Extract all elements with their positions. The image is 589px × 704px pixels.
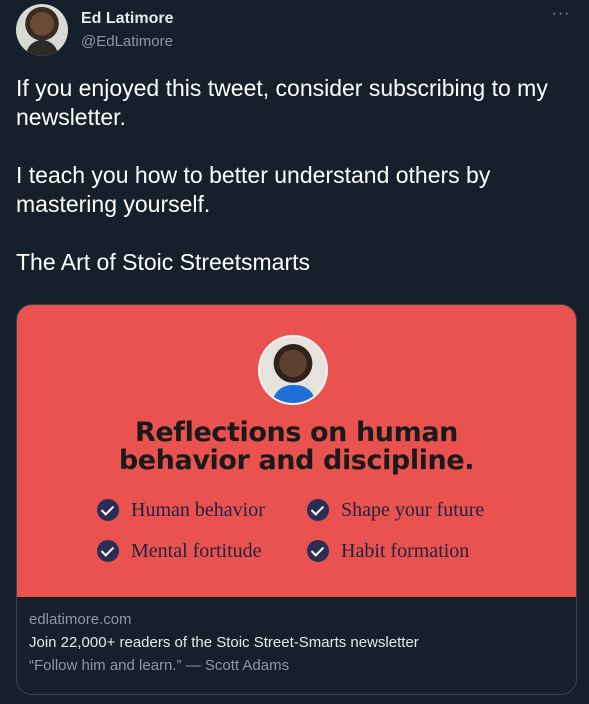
more-options-icon[interactable]: ··· [549, 6, 573, 30]
card-avatar [258, 335, 328, 405]
feature-item: Shape your future [307, 498, 484, 522]
author-name[interactable]: Ed Latimore [81, 10, 173, 28]
card-headline-line: Reflections on human [134, 417, 458, 448]
tweet-header: Ed Latimore @EdLatimore ··· [16, 4, 573, 60]
link-preview-card[interactable]: Reflections on human behavior and discip… [16, 304, 577, 695]
feature-label: Mental fortitude [131, 539, 262, 562]
tweet-text: If you enjoyed this tweet, consider subs… [16, 74, 573, 306]
card-title: Join 22,000+ readers of the Stoic Street… [29, 634, 419, 651]
check-circle-icon [97, 499, 119, 521]
feature-item: Human behavior [97, 498, 265, 522]
tweet-paragraph: I teach you how to better understand oth… [16, 162, 491, 217]
card-image[interactable]: Reflections on human behavior and discip… [17, 305, 576, 597]
card-headline: Reflections on human behavior and discip… [17, 419, 576, 475]
check-circle-icon [307, 540, 329, 562]
check-circle-icon [307, 499, 329, 521]
feature-item: Habit formation [307, 539, 469, 563]
feature-label: Human behavior [131, 498, 265, 521]
feature-label: Habit formation [341, 539, 470, 562]
card-description: “Follow him and learn.” — Scott Adams [29, 657, 290, 674]
author-avatar[interactable] [16, 4, 68, 56]
author-handle[interactable]: @EdLatimore [81, 33, 173, 50]
card-domain: edlatimore.com [29, 611, 132, 628]
feature-label: Shape your future [341, 498, 485, 521]
feature-item: Mental fortitude [97, 539, 262, 563]
card-meta: edlatimore.com Join 22,000+ readers of t… [29, 611, 564, 674]
check-circle-icon [97, 540, 119, 562]
tweet-paragraph: The Art of Stoic Streetsmarts [16, 249, 310, 275]
tweet-paragraph: If you enjoyed this tweet, consider subs… [16, 75, 548, 130]
card-headline-line: behavior and discipline. [118, 445, 475, 476]
